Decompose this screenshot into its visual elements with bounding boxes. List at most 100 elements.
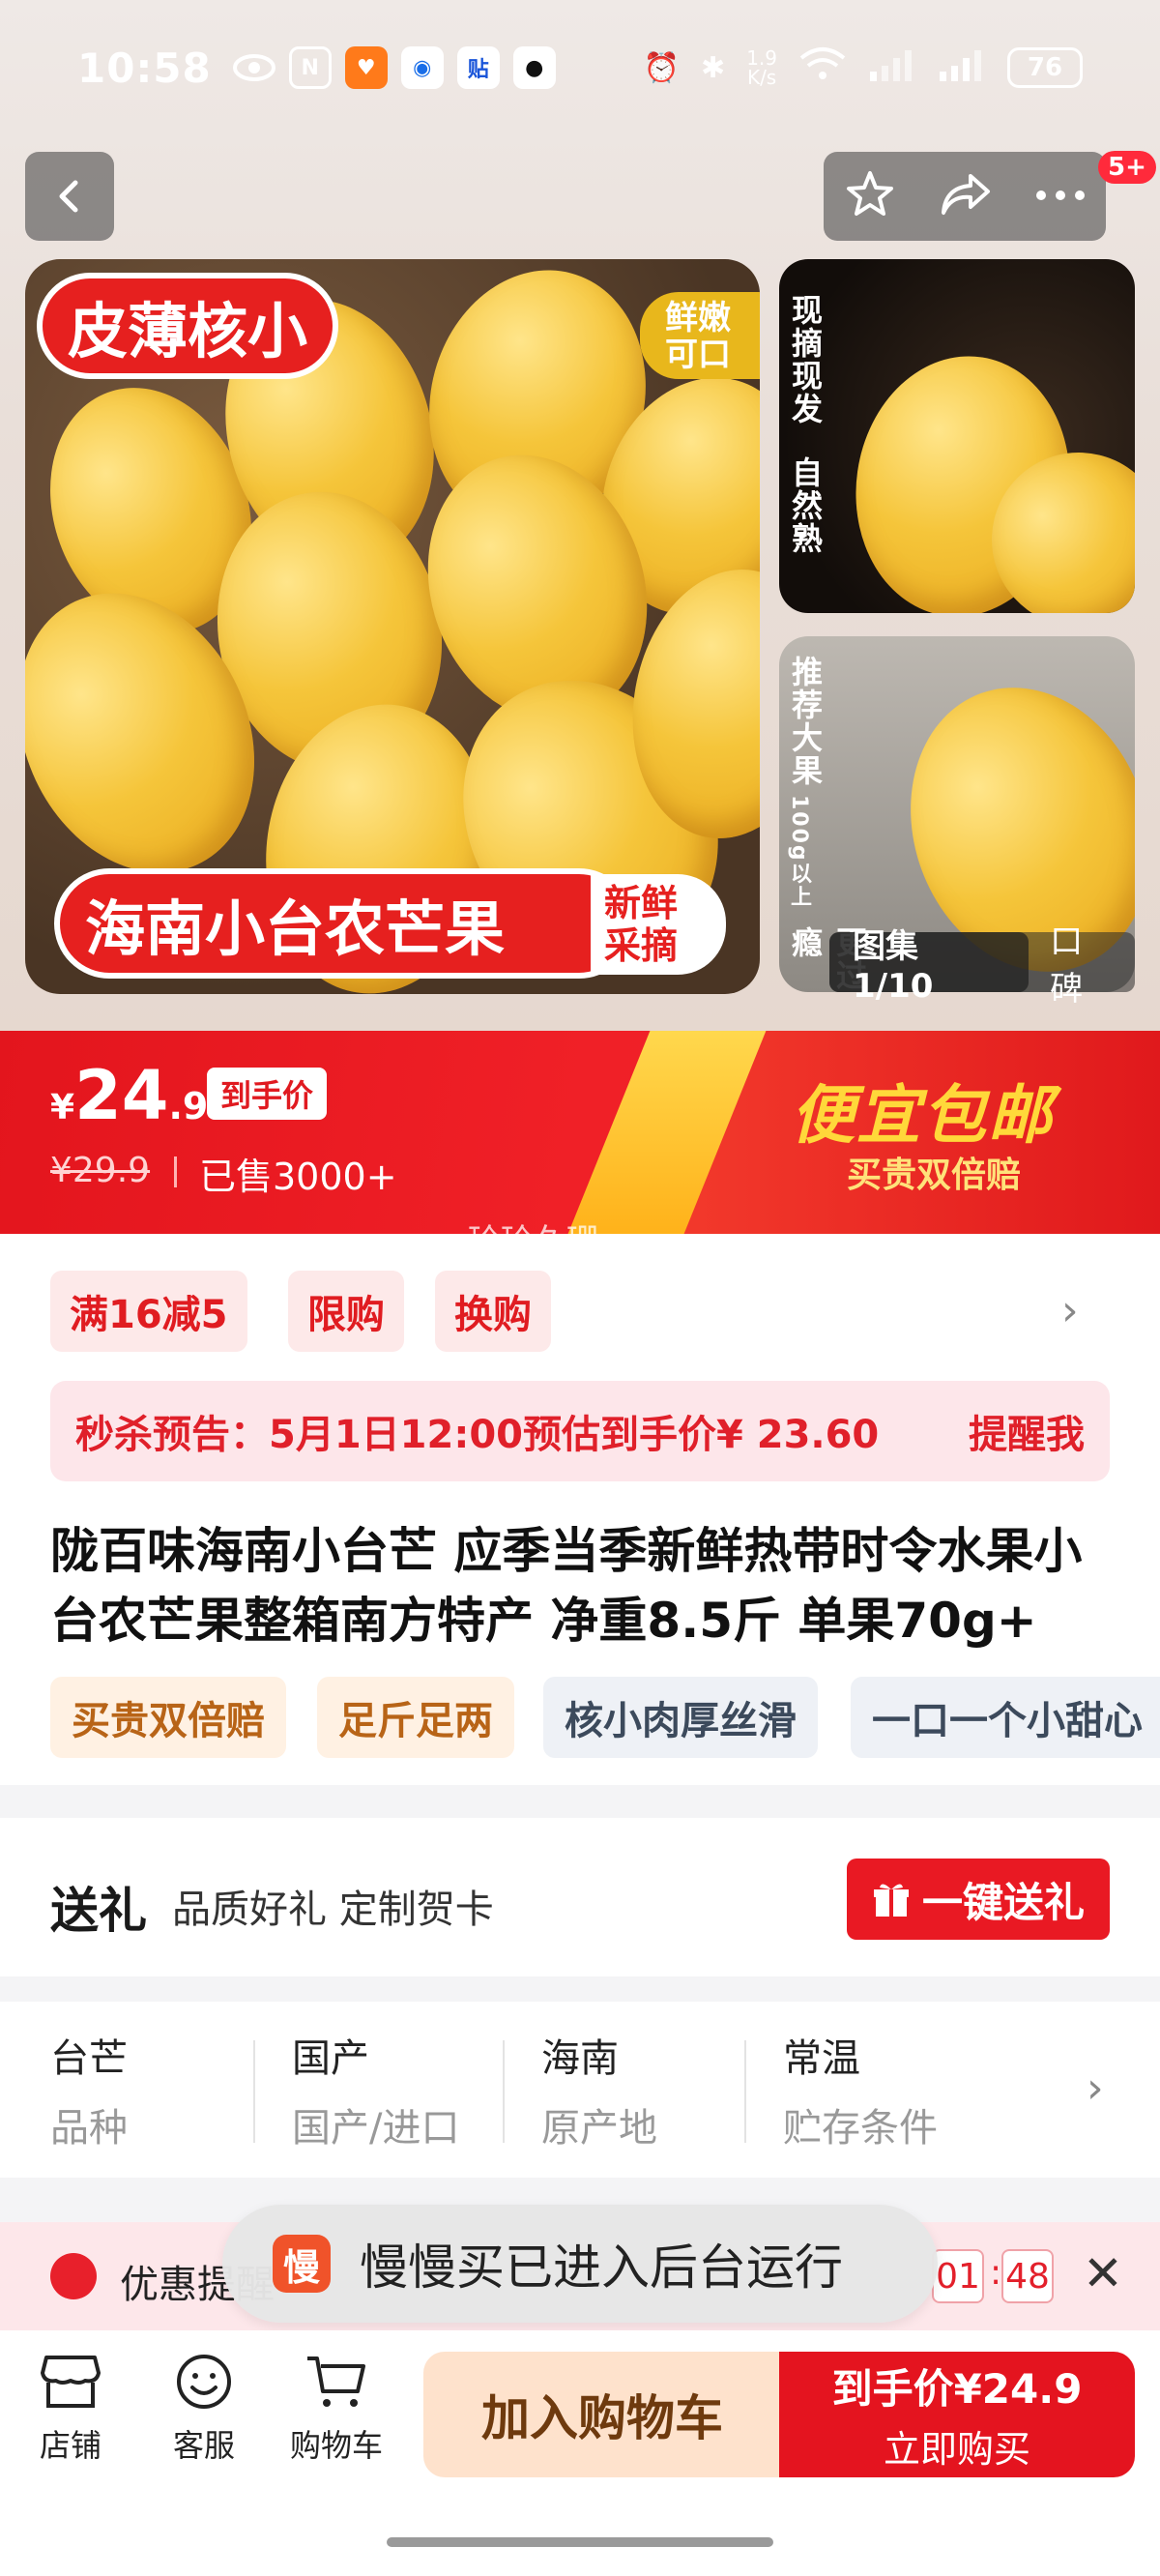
cart-label: 购物车 xyxy=(290,2427,384,2464)
spec-item: 台芒 品种 xyxy=(50,2027,128,2152)
service-label: 客服 xyxy=(172,2427,235,2464)
chevron-right-icon[interactable]: › xyxy=(1087,2064,1104,2113)
chevron-left-icon xyxy=(59,180,78,213)
gallery-tab[interactable]: 图集 1/10 xyxy=(829,927,1030,1006)
chevron-right-icon[interactable]: › xyxy=(1061,1286,1079,1335)
flash-sale-bar[interactable]: 秒杀预告：5月1日12:00预估到手价¥ 23.60 提醒我 xyxy=(50,1381,1110,1481)
spec-value: 常温 xyxy=(783,2036,860,2081)
star-icon xyxy=(847,171,894,216)
home-indicator[interactable] xyxy=(387,2537,773,2547)
gift-subtitle: 品质好礼 定制贺卡 xyxy=(172,1888,494,1932)
spec-item: 国产 国产/进口 xyxy=(292,2027,459,2152)
price-decimal: .9 xyxy=(168,1085,209,1127)
share-button[interactable] xyxy=(938,170,994,222)
side1-label-b: 自然熟 xyxy=(787,456,824,555)
toast-notification: 慢 慢慢买已进入后台运行 xyxy=(222,2205,938,2323)
promo-chip[interactable]: 换购 xyxy=(435,1271,551,1352)
add-to-cart-button[interactable]: 加入购物车 xyxy=(423,2352,781,2477)
status-right: ⏰ ✱ 1.9 K/s 76 xyxy=(644,46,1083,89)
main-product-image[interactable]: 皮薄核小 鲜嫩 可口 海南小台农芒果 新鲜 采摘 xyxy=(25,259,760,994)
gift-button[interactable]: 一键送礼 xyxy=(847,1859,1110,1940)
status-app-icons: N ♥ ◉ 贴 ● xyxy=(232,46,556,89)
more-icon xyxy=(1035,190,1085,200)
divider xyxy=(503,2040,505,2143)
signal-icon-1 xyxy=(868,46,916,89)
qq-icon: ● xyxy=(512,46,556,89)
store-label: 店铺 xyxy=(39,2427,102,2464)
flash-sale-text: 秒杀预告：5月1日12:00预估到手价¥ 23.60 xyxy=(75,1413,880,1457)
signal-icon-2 xyxy=(938,46,986,89)
tie-icon: 贴 xyxy=(456,46,500,89)
product-tag: 核小肉厚丝滑 xyxy=(543,1677,818,1758)
countdown-colon: : xyxy=(990,2253,1002,2293)
reviews-tab[interactable]: 口碑 xyxy=(1029,915,1135,1010)
price-currency: ¥ xyxy=(50,1088,75,1127)
spec-value: 国产 xyxy=(292,2036,369,2081)
gift-title: 送礼 xyxy=(50,1883,147,1939)
cart-button[interactable]: 购物车 xyxy=(290,2352,383,2466)
buy-now-button[interactable]: 到手价¥24.9 立即购买 xyxy=(779,2352,1135,2477)
spec-key: 品种 xyxy=(50,2106,128,2151)
status-bar: 10:58 N ♥ ◉ 贴 ● ⏰ ✱ 1.9 K/s 76 xyxy=(0,0,1160,135)
status-time: 10:58 xyxy=(77,44,212,92)
countdown-seconds: 48 xyxy=(1001,2249,1054,2303)
spec-key: 贮存条件 xyxy=(783,2106,938,2151)
eye-icon xyxy=(232,46,276,89)
toast-text: 慢慢买已进入后台运行 xyxy=(360,2239,843,2296)
divider xyxy=(174,1156,177,1187)
divider xyxy=(253,2040,255,2143)
spec-item: 海南 原产地 xyxy=(541,2027,657,2152)
product-tag: 买贵双倍赔 xyxy=(50,1677,286,1758)
bluetooth-icon: ✱ xyxy=(701,50,726,85)
spec-value: 海南 xyxy=(541,2036,619,2081)
product-tag: 足斤足两 xyxy=(317,1677,514,1758)
cart-badge: 5+ xyxy=(1098,151,1156,184)
store-icon xyxy=(39,2352,102,2412)
cart-icon xyxy=(304,2352,368,2412)
side2-label-b: 100g以上 xyxy=(787,795,811,909)
spec-item: 常温 贮存条件 xyxy=(783,2027,938,2152)
service-button[interactable]: 客服 xyxy=(172,2352,236,2466)
sold-count: 已售3000+ xyxy=(199,1156,397,1198)
app-icon: ◉ xyxy=(400,46,444,89)
divider xyxy=(744,2040,746,2143)
product-title: 陇百味海南小台芒 应季当季新鲜热带时令水果小台农芒果整箱南方特产 净重8.5斤 … xyxy=(50,1523,1083,1649)
close-icon[interactable]: ✕ xyxy=(1083,2245,1123,2301)
promo-chip[interactable]: 限购 xyxy=(288,1271,404,1352)
nfc-icon: N xyxy=(288,46,332,89)
more-button[interactable] xyxy=(1035,188,1086,206)
spec-key: 国产/进口 xyxy=(292,2106,460,2151)
current-price: ¥ 24 .9 xyxy=(50,1056,208,1135)
buy-now-price: 到手价¥24.9 xyxy=(831,2365,1083,2413)
taobao-icon: ♥ xyxy=(344,46,388,89)
favorite-button[interactable] xyxy=(844,168,896,224)
wifi-icon xyxy=(798,46,847,89)
store-button[interactable]: 店铺 xyxy=(39,2352,102,2466)
side2-label-a: 推荐大果 xyxy=(787,656,824,787)
image-label-bottom: 海南小台农芒果 xyxy=(54,868,634,979)
image-label-top: 皮薄核小 xyxy=(37,273,339,379)
promo-chip[interactable]: 满16减5 xyxy=(50,1271,247,1352)
product-tag: 一口一个小甜心 xyxy=(851,1677,1160,1758)
original-price: ¥29.9 xyxy=(50,1151,151,1190)
final-price-tag: 到手价 xyxy=(207,1068,328,1120)
net-speed: 1.9 K/s xyxy=(746,46,777,89)
alarm-icon: ⏰ xyxy=(643,50,681,85)
battery-indicator: 76 xyxy=(1007,47,1083,88)
remind-me-button[interactable]: 提醒我 xyxy=(969,1403,1085,1459)
image-label-tag: 新鲜 采摘 xyxy=(591,874,726,975)
clock-icon xyxy=(50,2253,97,2299)
gift-button-label: 一键送礼 xyxy=(921,1878,1085,1926)
side-image-1[interactable]: 现摘现发 自然熟 xyxy=(779,259,1135,613)
cheap-free-shipping-subtitle: 买贵双倍赔 xyxy=(847,1156,1022,1195)
side1-label-a: 现摘现发 xyxy=(787,294,824,425)
gift-icon xyxy=(873,1884,909,1917)
gallery-switch: 图集 1/10 口碑 xyxy=(829,922,1135,1009)
smile-icon xyxy=(172,2352,236,2412)
buy-now-label: 立即购买 xyxy=(883,2428,1030,2471)
back-button[interactable] xyxy=(25,152,114,241)
cheap-free-shipping-title: 便宜包邮 xyxy=(791,1078,1054,1153)
countdown-minutes: 01 xyxy=(932,2249,984,2303)
image-corner-label: 鲜嫩 可口 xyxy=(640,292,760,379)
spec-key: 原产地 xyxy=(541,2106,657,2151)
